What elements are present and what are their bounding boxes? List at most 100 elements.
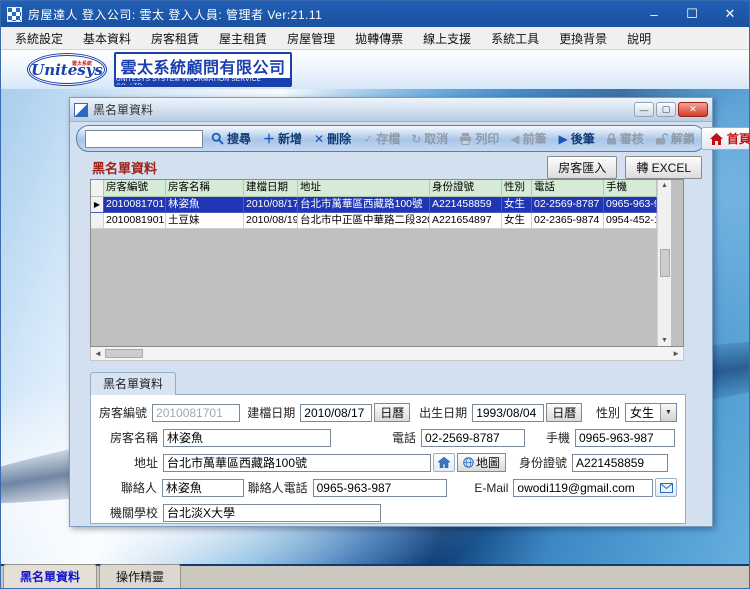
horizontal-scrollbar[interactable]: ◄ ► — [90, 347, 684, 361]
gender-select[interactable]: 女生 ▼ — [624, 403, 677, 422]
birth-date-field[interactable] — [472, 403, 545, 422]
unitesys-logo: 雲太系統 Unitesys — [27, 53, 107, 86]
created-date-label: 建檔日期 — [247, 406, 296, 420]
menu-tenant-lease[interactable]: 房客租賃 — [141, 27, 209, 50]
delete-button[interactable]: ✕ 刪除 — [309, 128, 356, 149]
company-name-en: UNITESYS SYSTEM INFORMATION SERVICE CO.,… — [116, 76, 290, 85]
col-header-phone[interactable]: 電話 — [532, 180, 604, 197]
next-record-button[interactable]: ▶ 後筆 — [554, 128, 600, 149]
address-field[interactable] — [163, 453, 431, 472]
menu-help[interactable]: 說明 — [617, 27, 661, 50]
child-window-icon — [74, 102, 88, 117]
minimize-button[interactable]: – — [635, 1, 673, 27]
table-row[interactable]: ▶ 2010081701 林姿魚 2010/08/17 台北市萬華區西藏路100… — [91, 197, 657, 213]
cell-gender: 女生 — [502, 213, 532, 229]
scroll-up-icon[interactable]: ▲ — [661, 182, 668, 189]
email-field[interactable] — [513, 478, 654, 497]
mdi-background: 黑名單資料 — ▢ ✕ 搜尋 ＋新增 ✕ 刪除 ✓ 存檔 ↻ 取消 列印 ◀ 前… — [1, 89, 749, 566]
grid-selector-header — [91, 180, 104, 197]
company-name-zh: 雲太系統顧問有限公司 — [120, 60, 286, 77]
map-button[interactable]: 地圖 — [457, 453, 507, 472]
school-label: 機關學校 — [109, 506, 158, 520]
scroll-left-icon[interactable]: ◄ — [94, 349, 102, 358]
mobile-field[interactable] — [575, 428, 675, 447]
cell-customer-no: 2010081701 — [104, 197, 166, 213]
print-button: 列印 — [454, 128, 504, 149]
maximize-button[interactable]: ☐ — [673, 1, 711, 27]
add-button[interactable]: ＋新增 — [258, 128, 307, 149]
cell-gender: 女生 — [502, 197, 532, 213]
customer-no-field — [152, 403, 241, 422]
undo-icon: ↻ — [411, 131, 422, 146]
contact-field[interactable] — [161, 478, 244, 497]
col-header-gender[interactable]: 性別 — [502, 180, 532, 197]
table-row[interactable]: 2010081901 土豆妹 2010/08/19 台北市中正區中華路二段320… — [91, 213, 657, 229]
scroll-right-icon[interactable]: ► — [672, 349, 680, 358]
home-button[interactable]: 首頁 — [700, 127, 749, 150]
gender-label: 性別 — [595, 406, 620, 420]
scroll-down-icon[interactable]: ▼ — [661, 337, 668, 344]
customer-no-label: 房客編號 — [99, 406, 148, 420]
contact-phone-field[interactable] — [312, 478, 447, 497]
child-maximize-button[interactable]: ▢ — [656, 102, 676, 117]
created-date-calendar-button[interactable]: 日曆 — [374, 403, 411, 422]
menu-voucher[interactable]: 拋轉傳票 — [345, 27, 413, 50]
cell-mobile: 0965-963-987 — [604, 197, 657, 213]
menu-house-mgmt[interactable]: 房屋管理 — [277, 27, 345, 50]
cell-id-no: A221458859 — [430, 197, 502, 213]
close-button[interactable]: ✕ — [711, 1, 749, 27]
menu-basic-data[interactable]: 基本資料 — [73, 27, 141, 50]
col-header-mobile[interactable]: 手機 — [604, 180, 657, 197]
detail-panel: 房客編號 建檔日期 日曆 出生日期 日曆 性別 女生 ▼ 房客名稱 — [90, 394, 686, 524]
horizontal-scroll-thumb[interactable] — [104, 349, 143, 358]
search-button[interactable]: 搜尋 — [206, 128, 256, 149]
phone-field[interactable] — [421, 428, 525, 447]
child-close-button[interactable]: ✕ — [678, 102, 708, 117]
id-no-field[interactable] — [572, 453, 669, 472]
col-header-id-no[interactable]: 身份證號 — [430, 180, 502, 197]
menu-owner-lease[interactable]: 屋主租賃 — [209, 27, 277, 50]
export-excel-button[interactable]: 轉 EXCEL — [625, 155, 702, 179]
cell-customer-no: 2010081901 — [104, 213, 166, 229]
name-field[interactable] — [163, 428, 331, 447]
email-label: E-Mail — [474, 480, 509, 495]
tab-blacklist[interactable]: 黑名單資料 — [3, 564, 98, 588]
col-header-address[interactable]: 地址 — [298, 180, 430, 197]
chevron-down-icon[interactable]: ▼ — [660, 404, 676, 421]
save-button: ✓ 存檔 — [363, 131, 401, 147]
toolbar: 搜尋 ＋新增 ✕刪除 ✓存檔 ↻取消 列印 ◀前筆 ▶後筆 審核 解鎖 — [76, 125, 749, 152]
child-window-title: 黑名單資料 — [93, 103, 154, 117]
school-field[interactable] — [163, 503, 381, 522]
row-selector-arrow: ▶ — [91, 197, 104, 213]
col-header-created-date[interactable]: 建檔日期 — [244, 180, 298, 197]
printer-icon — [460, 132, 472, 145]
search-input[interactable] — [85, 129, 203, 148]
vertical-scrollbar[interactable]: ▲ ▼ — [657, 180, 671, 346]
vertical-scroll-thumb[interactable] — [659, 249, 670, 277]
house-button[interactable] — [433, 453, 455, 472]
window-titlebar: 房屋達人 登入公司: 雲太 登入人員: 管理者 Ver:21.11 – ☐ ✕ — [1, 1, 749, 27]
col-header-customer-no[interactable]: 房客編號 — [104, 180, 166, 197]
globe-icon — [463, 457, 474, 468]
company-name-box: 雲太系統顧問有限公司 UNITESYS SYSTEM INFORMATION S… — [114, 52, 292, 87]
menu-online-support[interactable]: 線上支援 — [413, 27, 481, 50]
col-header-name[interactable]: 房客名稱 — [166, 180, 244, 197]
brand-strip: 雲太系統 Unitesys 雲太系統顧問有限公司 UNITESYS SYSTEM… — [1, 50, 749, 89]
blacklist-window: 黑名單資料 — ▢ ✕ 搜尋 ＋新增 ✕ 刪除 ✓ 存檔 ↻ 取消 列印 ◀ 前… — [69, 97, 749, 527]
send-email-button[interactable] — [655, 478, 678, 497]
menu-system-settings[interactable]: 系統設定 — [5, 27, 73, 50]
menu-change-background[interactable]: 更換背景 — [549, 27, 617, 50]
child-minimize-button[interactable]: — — [634, 102, 654, 117]
birth-date-calendar-button[interactable]: 日曆 — [546, 403, 583, 422]
grid-header-row: 房客編號 房客名稱 建檔日期 地址 身份證號 性別 電話 手機 — [91, 180, 657, 197]
created-date-field[interactable] — [300, 403, 373, 422]
menu-bar: 系統設定 基本資料 房客租賃 屋主租賃 房屋管理 拋轉傳票 線上支援 系統工具 … — [1, 27, 749, 50]
contact-label: 聯絡人 — [120, 481, 157, 495]
mobile-label: 手機 — [545, 431, 570, 445]
tenant-import-button[interactable]: 房客匯入 — [547, 155, 618, 179]
tab-wizard[interactable]: 操作精靈 — [99, 564, 182, 588]
house-icon — [438, 457, 450, 468]
menu-system-tools[interactable]: 系統工具 — [481, 27, 549, 50]
lock-icon — [606, 132, 616, 144]
window-title: 房屋達人 登入公司: 雲太 登入人員: 管理者 Ver:21.11 — [28, 7, 323, 22]
